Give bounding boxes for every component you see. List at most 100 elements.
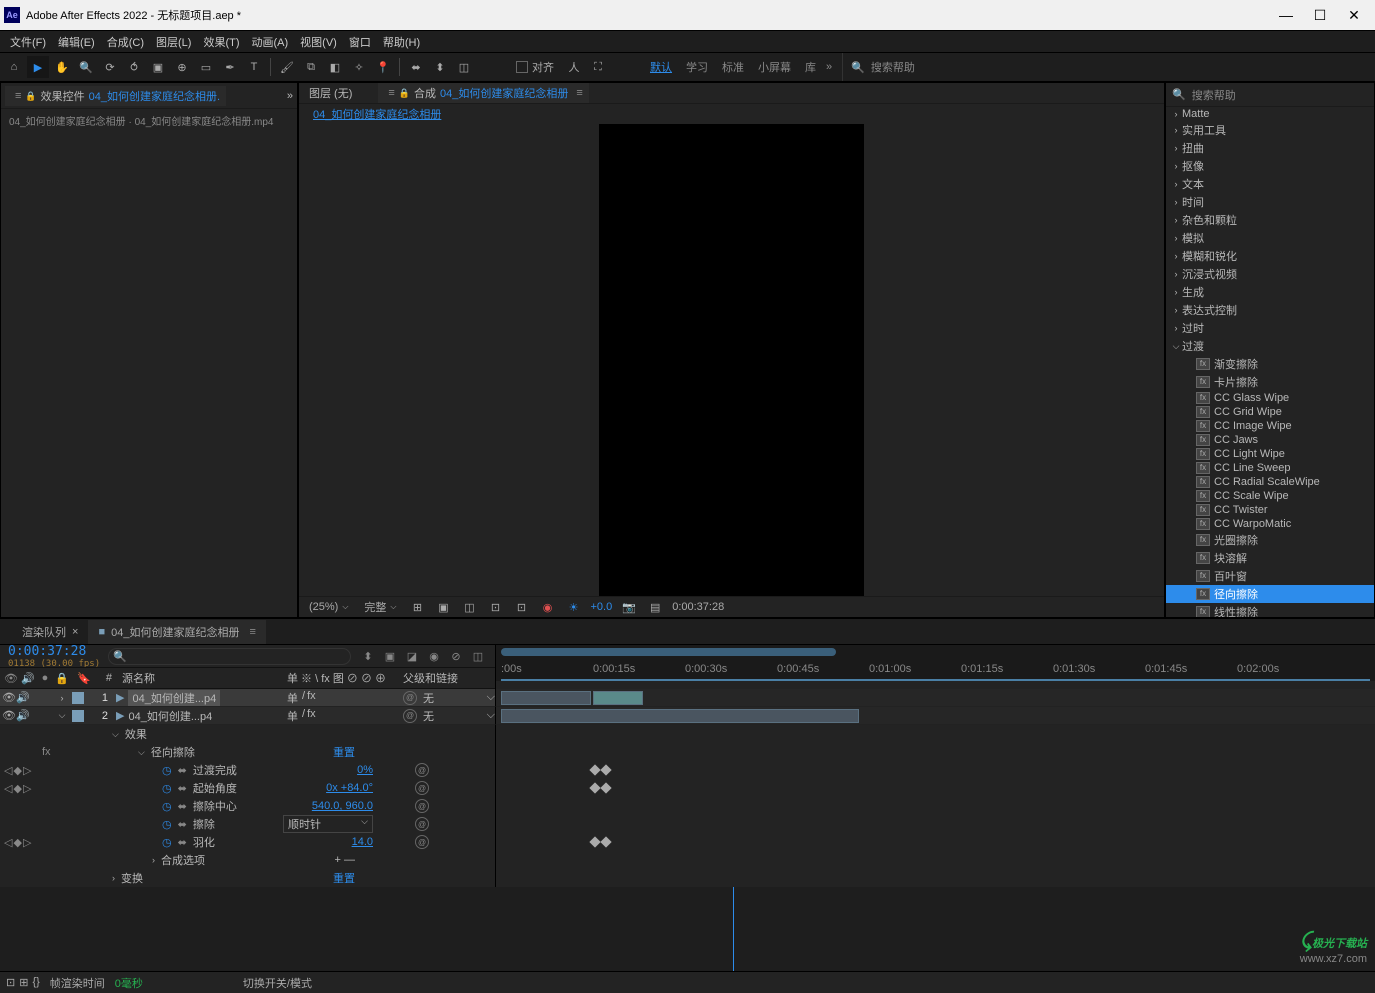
menu-item[interactable]: 合成(C): [101, 32, 150, 52]
stopwatch-icon[interactable]: ◷: [162, 764, 172, 777]
effect-category[interactable]: ›模拟: [1166, 229, 1374, 247]
effect-category[interactable]: ›扭曲: [1166, 139, 1374, 157]
effects-group-label[interactable]: 效果: [125, 726, 147, 742]
effect-item[interactable]: fx块溶解: [1166, 549, 1374, 567]
orbit-tool[interactable]: ⟳: [99, 56, 121, 78]
roi-icon[interactable]: ◫: [461, 598, 479, 616]
channel-icon[interactable]: ◉: [539, 598, 557, 616]
timeline-comp-tab[interactable]: ■ 04_如何创建家庭纪念相册 ≡: [88, 620, 265, 644]
panbehind-tool[interactable]: ⊕: [171, 56, 193, 78]
effect-item[interactable]: fxCC Twister: [1166, 503, 1374, 517]
composition-viewer[interactable]: [299, 124, 1164, 596]
workspace-overflow[interactable]: »: [826, 61, 832, 73]
effect-item[interactable]: fxCC Line Sweep: [1166, 461, 1374, 475]
effect-item[interactable]: fx渐变擦除: [1166, 355, 1374, 373]
effect-category[interactable]: ›模糊和锐化: [1166, 247, 1374, 265]
effect-category[interactable]: ›过时: [1166, 319, 1374, 337]
pen-tool[interactable]: ✒: [219, 56, 241, 78]
selection-tool[interactable]: ▶: [27, 56, 49, 78]
parent-dropdown[interactable]: 无: [423, 708, 434, 724]
tab-menu-icon[interactable]: ≡: [249, 626, 255, 638]
effect-item[interactable]: fxCC Scale Wipe: [1166, 489, 1374, 503]
camera-tool[interactable]: ▣: [147, 56, 169, 78]
stopwatch-icon[interactable]: ◷: [162, 782, 172, 795]
menu-item[interactable]: 图层(L): [150, 32, 197, 52]
effect-category[interactable]: ›沉浸式视频: [1166, 265, 1374, 283]
timeline-search[interactable]: 🔍: [108, 648, 351, 665]
property-row[interactable]: ◁◆▷◷ ⬌ 羽化14.0@: [0, 833, 495, 851]
effect-item[interactable]: fxCC WarpoMatic: [1166, 517, 1374, 531]
reset-link[interactable]: 重置: [333, 744, 355, 760]
keyframe[interactable]: [600, 782, 611, 793]
draft3d-icon[interactable]: ▣: [381, 650, 399, 663]
stopwatch-icon[interactable]: ◷: [162, 800, 172, 813]
puppet-tool[interactable]: 📍: [372, 56, 394, 78]
minimize-button[interactable]: —: [1269, 3, 1303, 27]
layer-panel-tab[interactable]: 图层 (无): [303, 83, 358, 103]
zoom-dropdown[interactable]: (25%)⌵: [305, 601, 352, 613]
keyframe[interactable]: [589, 836, 600, 847]
audio-column-icon[interactable]: 🔊: [21, 672, 35, 685]
effect-category[interactable]: ›抠像: [1166, 157, 1374, 175]
stopwatch-icon[interactable]: ◷: [162, 836, 172, 849]
hand-tool[interactable]: ✋: [51, 56, 73, 78]
effect-category[interactable]: ›文本: [1166, 175, 1374, 193]
layer-clip[interactable]: [593, 691, 643, 705]
frame-blend-icon[interactable]: ◉: [425, 650, 443, 663]
menu-item[interactable]: 编辑(E): [52, 32, 101, 52]
solo-column-icon[interactable]: ●: [38, 672, 52, 685]
toggle-switch-icon[interactable]: {}: [32, 976, 39, 989]
effect-category[interactable]: ›杂色和颗粒: [1166, 211, 1374, 229]
keyframe[interactable]: [589, 782, 600, 793]
parent-dropdown[interactable]: 无: [423, 690, 434, 706]
workspace-tab[interactable]: 库: [805, 59, 816, 75]
preview-timecode[interactable]: 0:00:37:28: [672, 601, 724, 613]
time-ruler[interactable]: :00s0:00:15s0:00:30s0:00:45s0:01:00s0:01…: [496, 659, 1375, 681]
pickwhip-icon[interactable]: @: [415, 763, 429, 777]
composite-toggle[interactable]: + —: [335, 854, 355, 866]
menu-item[interactable]: 帮助(H): [377, 32, 426, 52]
keyframe[interactable]: [589, 764, 600, 775]
pickwhip-icon[interactable]: @: [415, 781, 429, 795]
panel-menu-icon[interactable]: ≡: [576, 87, 582, 99]
effect-item[interactable]: fx光圈擦除: [1166, 531, 1374, 549]
lock-column-icon[interactable]: 🔒: [55, 672, 69, 685]
close-icon[interactable]: ×: [72, 626, 78, 638]
type-tool[interactable]: T: [243, 56, 265, 78]
toggle-switches-button[interactable]: 切换开关/模式: [243, 975, 312, 991]
property-row[interactable]: ◷ ⬌ 擦除顺时针@: [0, 815, 495, 833]
effect-category[interactable]: ›生成: [1166, 283, 1374, 301]
comp-breadcrumb-link[interactable]: 04_如何创建家庭纪念相册: [313, 109, 441, 121]
layer-row-2[interactable]: 👁🔊 ⌵ 2 ▶04_如何创建...p4 单/fx @无⌵: [0, 707, 495, 725]
pickwhip-icon[interactable]: @: [415, 799, 429, 813]
transform-group[interactable]: 变换: [121, 870, 143, 886]
guides-icon[interactable]: ⊡: [513, 598, 531, 616]
workspace-tab[interactable]: 学习: [686, 59, 708, 75]
menubar[interactable]: 文件(F)编辑(E)合成(C)图层(L)效果(T)动画(A)视图(V)窗口帮助(…: [0, 30, 1375, 52]
menu-item[interactable]: 动画(A): [246, 32, 295, 52]
search-input[interactable]: 搜索帮助: [871, 59, 915, 75]
exposure-value[interactable]: +0.0: [591, 601, 613, 613]
current-timecode[interactable]: 0:00:37:28: [8, 644, 100, 659]
viewaxis-tool[interactable]: ◫: [453, 56, 475, 78]
clone-tool[interactable]: ⧉: [300, 56, 322, 78]
effect-controls-tab[interactable]: ≡ 效果控件 04_如何创建家庭纪念相册.: [5, 86, 226, 106]
pickwhip-icon[interactable]: @: [403, 709, 417, 723]
lock-icon[interactable]: [399, 87, 410, 99]
mask-icon[interactable]: ▣: [435, 598, 453, 616]
effect-item[interactable]: fx卡片擦除: [1166, 373, 1374, 391]
toggle-switch-icon[interactable]: ⊞: [19, 976, 28, 989]
snap-corners[interactable]: ⛶: [587, 56, 609, 78]
prop-dropdown[interactable]: 顺时针: [283, 815, 373, 833]
effect-item[interactable]: fxCC Grid Wipe: [1166, 405, 1374, 419]
effect-name[interactable]: 径向擦除: [151, 744, 195, 760]
video-column-icon[interactable]: 👁: [4, 672, 18, 685]
menu-item[interactable]: 文件(F): [4, 32, 52, 52]
prop-value[interactable]: 0%: [357, 764, 373, 776]
pickwhip-icon[interactable]: @: [403, 691, 417, 705]
keyframe[interactable]: [600, 836, 611, 847]
layer-clip[interactable]: [501, 691, 591, 705]
layer-name[interactable]: 04_如何创建...p4: [128, 690, 220, 706]
transparency-grid-icon[interactable]: ⊞: [409, 598, 427, 616]
motion-blur-icon[interactable]: ⊘: [447, 650, 465, 663]
